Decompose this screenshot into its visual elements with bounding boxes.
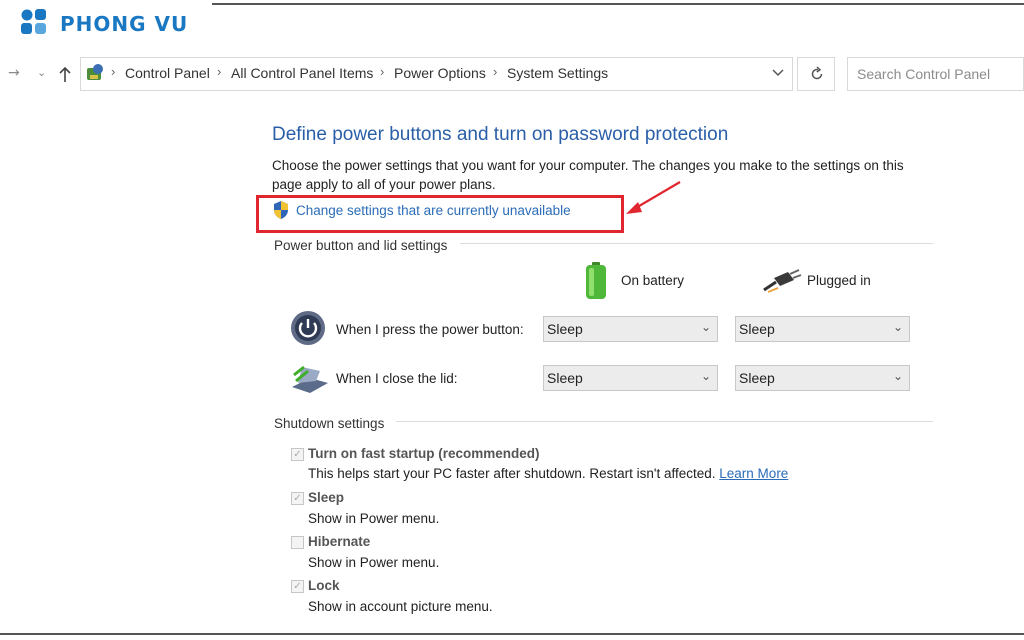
- fast-startup-desc: This helps start your PC faster after sh…: [308, 466, 788, 481]
- frame-top-border: [212, 3, 1024, 5]
- refresh-button[interactable]: [797, 57, 835, 91]
- address-dropdown-icon[interactable]: [771, 68, 785, 78]
- fast-startup-checkbox[interactable]: ✓: [291, 448, 304, 461]
- section-divider: [460, 243, 933, 244]
- select-value: Sleep: [739, 321, 775, 337]
- forward-arrow-icon[interactable]: →: [8, 65, 20, 81]
- description-line-2: page apply to all of your power plans.: [272, 177, 496, 192]
- close-lid-battery-select[interactable]: Sleep ⌄: [543, 365, 718, 391]
- column-plugged-in: Plugged in: [807, 273, 871, 288]
- learn-more-link[interactable]: Learn More: [719, 466, 788, 481]
- breadcrumb-control-panel[interactable]: Control Panel: [125, 65, 210, 81]
- power-button-icon: [291, 311, 325, 345]
- red-arrow-icon: [626, 181, 681, 214]
- hibernate-checkbox[interactable]: [291, 536, 304, 549]
- lock-option-desc: Show in account picture menu.: [308, 599, 493, 614]
- lock-option-title: Lock: [308, 578, 340, 593]
- sleep-checkbox[interactable]: ✓: [291, 492, 304, 505]
- logo-text: PHONG VU: [60, 12, 189, 36]
- close-lid-plugged-select[interactable]: Sleep ⌄: [735, 365, 910, 391]
- fast-startup-desc-text: This helps start your PC faster after sh…: [308, 466, 716, 481]
- section-divider: [396, 421, 933, 422]
- uac-shield-icon: [274, 201, 288, 219]
- breadcrumb-separator-icon: ›: [111, 64, 116, 79]
- column-on-battery: On battery: [621, 273, 685, 288]
- power-plug-icon: [763, 269, 802, 293]
- fast-startup-title: Turn on fast startup (recommended): [308, 446, 540, 461]
- hibernate-option-title: Hibernate: [308, 534, 371, 549]
- chevron-down-icon: ⌄: [892, 320, 903, 334]
- refresh-icon: [811, 66, 823, 80]
- shutdown-section-heading: Shutdown settings: [274, 416, 385, 431]
- battery-icon: [586, 262, 606, 299]
- close-lid-label: When I close the lid:: [336, 371, 458, 386]
- breadcrumb-separator-icon: ›: [380, 64, 385, 79]
- description-line-1: Choose the power settings that you want …: [272, 158, 904, 173]
- breadcrumb-system-settings[interactable]: System Settings: [507, 65, 608, 81]
- sleep-option-desc: Show in Power menu.: [308, 511, 440, 526]
- chevron-down-icon: ⌄: [700, 369, 711, 383]
- breadcrumb-power-options[interactable]: Power Options: [394, 65, 486, 81]
- search-placeholder: Search Control Panel: [857, 66, 991, 82]
- lock-checkbox[interactable]: ✓: [291, 580, 304, 593]
- power-button-battery-select[interactable]: Sleep ⌄: [543, 316, 718, 342]
- select-value: Sleep: [547, 370, 583, 386]
- power-section-heading: Power button and lid settings: [274, 238, 448, 253]
- chevron-down-icon: ⌄: [700, 320, 711, 334]
- page-description: Choose the power settings that you want …: [272, 156, 922, 194]
- laptop-lid-icon: [292, 365, 328, 393]
- select-value: Sleep: [547, 321, 583, 337]
- frame-bottom-border: [0, 633, 1024, 635]
- hibernate-option-desc: Show in Power menu.: [308, 555, 440, 570]
- chevron-down-icon[interactable]: ⌄: [37, 66, 46, 79]
- sleep-option-title: Sleep: [308, 490, 345, 505]
- breadcrumb-separator-icon: ›: [493, 64, 498, 79]
- breadcrumb-separator-icon: ›: [217, 64, 222, 79]
- power-button-label: When I press the power button:: [336, 322, 524, 337]
- page-title: Define power buttons and turn on passwor…: [272, 124, 729, 145]
- power-button-plugged-select[interactable]: Sleep ⌄: [735, 316, 910, 342]
- up-arrow-icon[interactable]: [58, 66, 72, 84]
- select-value: Sleep: [739, 370, 775, 386]
- change-settings-link[interactable]: Change settings that are currently unava…: [296, 203, 571, 218]
- logo-mark-icon: [21, 9, 46, 34]
- chevron-down-icon: ⌄: [892, 369, 903, 383]
- control-panel-icon: [87, 64, 103, 80]
- breadcrumb-all-items[interactable]: All Control Panel Items: [231, 65, 373, 81]
